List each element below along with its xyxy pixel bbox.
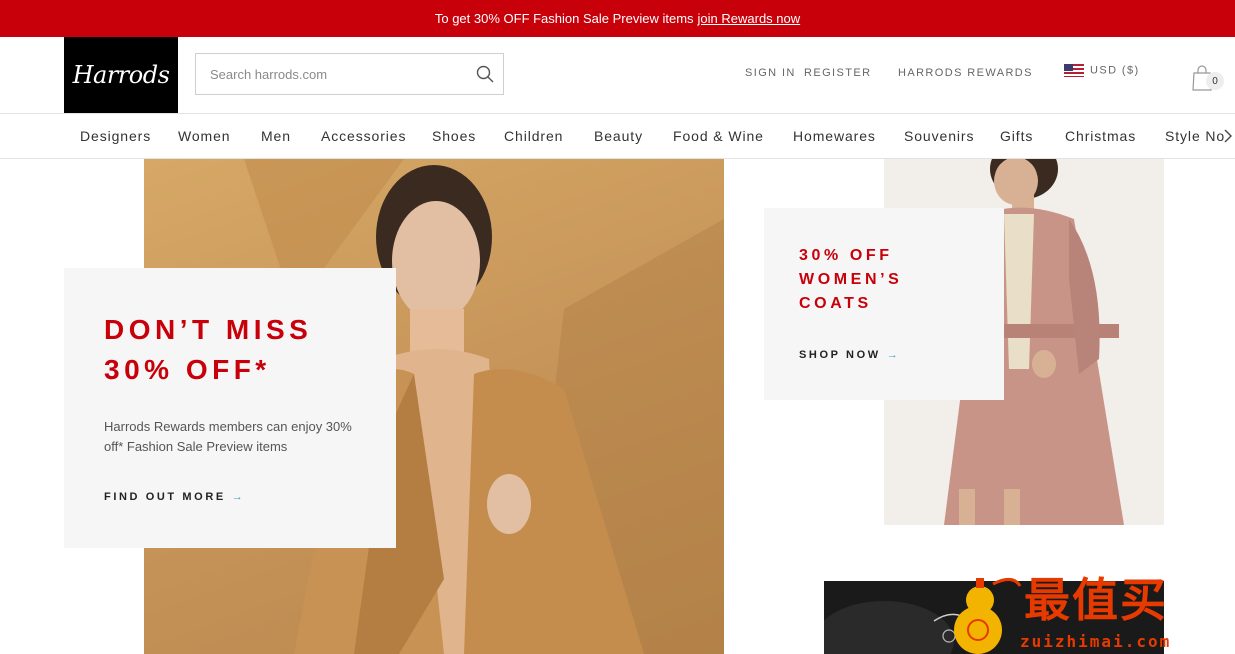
shopping-bag-button[interactable]: 0 xyxy=(1192,65,1228,91)
bag-count-badge: 0 xyxy=(1206,72,1224,90)
main-nav: Designers Women Men Accessories Shoes Ch… xyxy=(0,114,1235,159)
gourd-logo-icon xyxy=(954,578,1022,654)
nav-item-accessories[interactable]: Accessories xyxy=(321,128,406,144)
shop-now-link[interactable]: SHOP NOW → xyxy=(799,349,898,361)
rewards-headline-line1: DON’T MISS xyxy=(104,314,313,345)
nav-item-beauty[interactable]: Beauty xyxy=(594,128,643,144)
womens-coats-headline-line3: COATS xyxy=(799,295,872,312)
rewards-promo-card: DON’T MISS 30% OFF* Harrods Rewards memb… xyxy=(64,268,396,548)
womens-coats-headline: 30% OFF WOMEN’S COATS xyxy=(799,244,902,316)
search-box xyxy=(195,53,504,95)
search-icon[interactable] xyxy=(467,54,503,94)
watermark: 最值买 zuizhimai.com xyxy=(948,572,1235,654)
womens-coats-headline-line1: 30% OFF xyxy=(799,247,893,264)
site-header: Harrods SIGN IN REGISTER HARRODS REWARDS… xyxy=(0,37,1235,114)
watermark-url: zuizhimai.com xyxy=(1020,632,1172,651)
arrow-right-icon: → xyxy=(231,491,243,503)
rewards-description: Harrods Rewards members can enjoy 30% of… xyxy=(104,419,352,454)
arrow-right-icon: → xyxy=(886,349,898,361)
nav-item-children[interactable]: Children xyxy=(504,128,563,144)
nav-item-christmas[interactable]: Christmas xyxy=(1065,128,1136,144)
rewards-headline-line2: 30% OFF* xyxy=(104,354,271,385)
nav-item-men[interactable]: Men xyxy=(261,128,291,144)
harrods-rewards-link[interactable]: HARRODS REWARDS xyxy=(898,67,1033,79)
nav-item-souvenirs[interactable]: Souvenirs xyxy=(904,128,974,144)
find-out-more-label: FIND OUT MORE xyxy=(104,491,226,503)
rewards-headline: DON’T MISS 30% OFF* xyxy=(104,310,384,390)
promo-text: To get 30% OFF Fashion Sale Preview item… xyxy=(434,11,694,26)
nav-item-gifts[interactable]: Gifts xyxy=(1000,128,1033,144)
womens-coats-promo-card: 30% OFF WOMEN’S COATS SHOP NOW → xyxy=(764,208,1004,400)
watermark-title: 最值买 xyxy=(1024,573,1168,627)
harrods-logo[interactable]: Harrods xyxy=(64,37,178,113)
sign-in-link[interactable]: SIGN IN xyxy=(745,67,796,79)
shop-now-label: SHOP NOW xyxy=(799,349,881,361)
nav-item-food-wine[interactable]: Food & Wine xyxy=(673,128,764,144)
promo-banner: To get 30% OFF Fashion Sale Preview item… xyxy=(0,0,1235,37)
us-flag-icon xyxy=(1064,64,1084,77)
register-link[interactable]: REGISTER xyxy=(804,67,871,79)
nav-scroll-right-icon[interactable] xyxy=(1224,124,1235,148)
search-input[interactable] xyxy=(196,55,467,93)
currency-label: USD ($) xyxy=(1090,64,1140,77)
currency-selector[interactable]: USD ($) xyxy=(1064,64,1140,77)
nav-item-homewares[interactable]: Homewares xyxy=(793,128,876,144)
womens-coats-headline-line2: WOMEN’S xyxy=(799,271,903,288)
nav-item-shoes[interactable]: Shoes xyxy=(432,128,476,144)
join-rewards-link[interactable]: join Rewards now xyxy=(698,11,801,26)
nav-item-women[interactable]: Women xyxy=(178,128,230,144)
nav-item-designers[interactable]: Designers xyxy=(80,128,151,144)
find-out-more-link[interactable]: FIND OUT MORE → xyxy=(104,491,243,503)
